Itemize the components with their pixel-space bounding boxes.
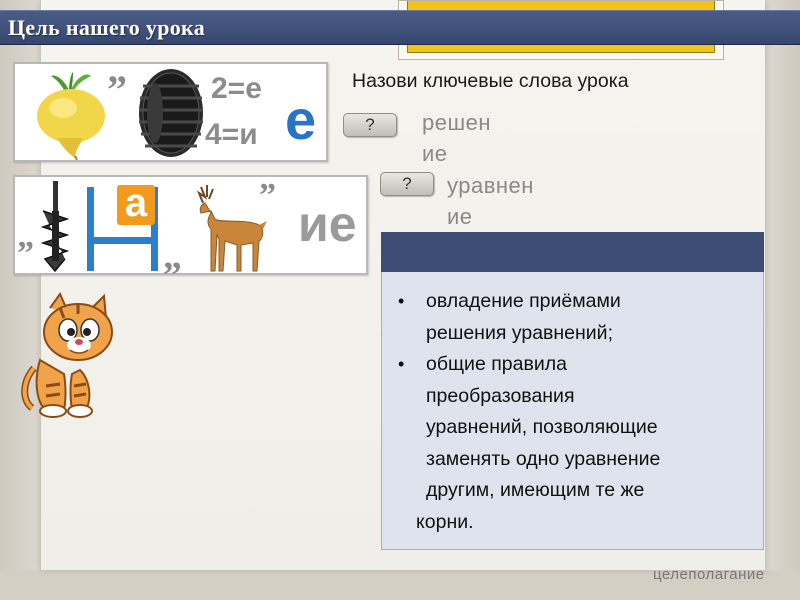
goal-line: заменять одно уравнение [426, 447, 661, 470]
goal-line: другим, имеющим те же [426, 479, 645, 501]
rebus-2-quote-top: ” [259, 177, 276, 214]
answer-2: уравнен ие [447, 170, 572, 232]
goals-list: • овладение приёмами решения уравнений; … [392, 286, 753, 538]
goal-line: корни. [416, 510, 474, 533]
tire-icon [139, 69, 203, 157]
goals-panel: • овладение приёмами решения уравнений; … [381, 272, 764, 550]
slide-title: Цель нашего урока [8, 15, 205, 40]
drill-auger-icon [40, 181, 70, 273]
goal-item: • овладение приёмами решения уравнений; [392, 286, 753, 349]
goal-item: • общие правила преобразования уравнений… [392, 349, 753, 538]
rebus-panel-2: ” а „ ” ие [13, 175, 368, 275]
turnip-icon [37, 72, 105, 160]
answer-1: решен ие [422, 107, 532, 169]
footer-label: целеполагание [653, 566, 765, 583]
reveal-answer-2-button[interactable]: ? [380, 172, 434, 196]
title-bar: Цель нашего урока [0, 10, 800, 45]
task-heading: Назови ключевые слова урока [352, 70, 629, 92]
bullet-icon: • [398, 291, 405, 311]
rebus-1-letter: е [285, 88, 317, 151]
rebus-2-letter-a: а [124, 181, 148, 225]
bullet-icon: • [398, 354, 405, 374]
goal-line: овладение приёмами [426, 290, 621, 312]
rebus-1-quote: ” [107, 67, 127, 112]
goals-header [381, 232, 764, 272]
rebus-2-quote-left: ” [17, 235, 34, 272]
answer-2-line-1: уравнен [447, 173, 534, 198]
cat-mascot-icon [21, 291, 113, 418]
right-background-strip [766, 0, 800, 600]
goal-line: общие правила [426, 353, 567, 375]
rebus-2-suffix: ие [298, 196, 357, 252]
rebus-1-equation-bottom: 4=и [205, 118, 258, 151]
rebus-1-equation-top: 2=е [211, 72, 262, 105]
goal-line: уравнений, позволяющие [426, 416, 658, 438]
goal-line: решения уравнений; [426, 321, 613, 344]
answer-2-line-2: ие [447, 204, 473, 229]
answer-1-line-1: решен [422, 110, 492, 135]
answer-1-line-2: ие [422, 141, 448, 166]
goal-line: преобразования [426, 384, 575, 407]
rebus-panel-1: ” 2=е 4=и е [13, 62, 328, 162]
reveal-answer-1-button[interactable]: ? [343, 113, 397, 137]
